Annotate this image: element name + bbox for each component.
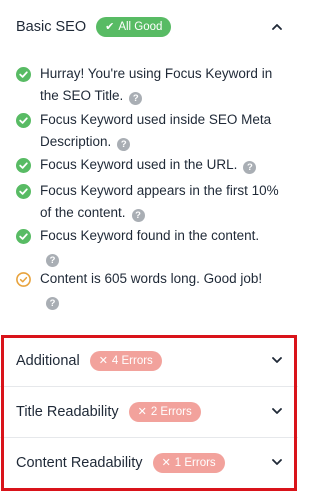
check-circle-icon <box>16 113 31 128</box>
check-circle-icon <box>16 67 31 82</box>
all-good-badge: ✔ All Good <box>96 17 172 37</box>
check-text: Focus Keyword appears in the first 10% o… <box>40 180 285 224</box>
check-text-line2: the SEO Title. <box>40 88 124 103</box>
warning-circle-icon <box>16 272 31 287</box>
check-text: Hurray! You're using Focus Keyword in th… <box>40 63 285 107</box>
check-text-line1: Content is 605 words long. Good job! <box>40 271 263 286</box>
highlight-box <box>1 335 297 491</box>
help-icon[interactable]: ? <box>243 161 257 175</box>
check-text-line2: of the content. <box>40 205 126 220</box>
help-icon[interactable]: ? <box>129 92 143 106</box>
basic-seo-header[interactable]: Basic SEO ✔ All Good <box>0 1 298 53</box>
check-circle-icon <box>16 229 31 244</box>
help-icon[interactable]: ? <box>117 138 131 152</box>
check-text-line2: Description. <box>40 134 112 149</box>
check-text-line1: Hurray! You're using Focus Keyword in <box>40 66 273 81</box>
check-text: Content is 605 words long. Good job! ? <box>40 268 285 312</box>
help-icon[interactable]: ? <box>131 209 145 223</box>
basic-seo-title: Basic SEO <box>16 19 87 35</box>
help-icon[interactable]: ? <box>46 254 59 268</box>
check-text-line1: Focus Keyword found in the content. <box>40 228 260 243</box>
check-icon: ✔ <box>105 20 115 33</box>
check-text-line1: Focus Keyword used inside SEO Meta <box>40 112 272 127</box>
check-circle-icon <box>16 184 31 199</box>
check-text-line1: Focus Keyword appears in the first 10% <box>40 183 279 198</box>
all-good-badge-label: All Good <box>118 21 163 33</box>
check-text: Focus Keyword used inside SEO Meta Descr… <box>40 109 285 153</box>
check-circle-icon <box>16 158 31 173</box>
chevron-up-icon[interactable] <box>272 23 282 31</box>
seo-analysis-panel: Basic SEO ✔ All Good Hurray! You're usin… <box>0 0 298 491</box>
check-text: Focus Keyword found in the content. ? <box>40 225 285 269</box>
check-text-line1: Focus Keyword used in the URL. <box>40 157 238 172</box>
help-icon[interactable]: ? <box>46 297 59 311</box>
check-text: Focus Keyword used in the URL.? <box>40 154 285 176</box>
